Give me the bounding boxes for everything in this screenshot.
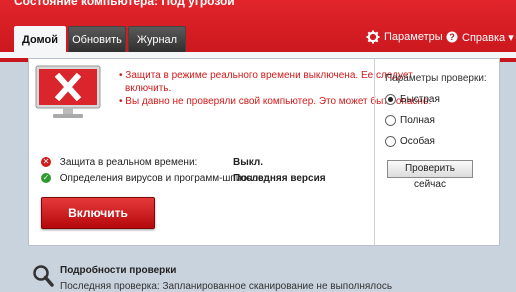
window-title: Состояние компьютера: Под угрозой [14, 0, 235, 8]
help-label: Справка ▾ [462, 32, 514, 44]
panel-divider [374, 59, 375, 245]
error-icon: ✕ [41, 157, 51, 168]
status-value: Последняя версия [233, 173, 326, 184]
status-row-definitions: ✓ Определения вирусов и программ-шпионов… [41, 171, 326, 187]
radio-custom[interactable]: Особая [385, 135, 435, 149]
magnifier-icon [33, 265, 54, 287]
status-row-realtime: ✕ Защита в реальном времени: Выкл. [41, 155, 263, 171]
radio-button[interactable] [385, 114, 396, 126]
status-value: Выкл. [233, 157, 264, 168]
gear-icon [366, 30, 380, 44]
help-icon: ? [446, 31, 458, 43]
main-panel: • Защита в режиме реального времени выкл… [28, 58, 500, 246]
svg-text:?: ? [449, 32, 455, 42]
enable-button[interactable]: Включить [41, 197, 155, 229]
computer-warning-icon [35, 65, 101, 118]
check-icon: ✓ [41, 173, 51, 184]
tab-update[interactable]: Обновить [68, 26, 126, 52]
settings-label: Параметры [384, 31, 443, 43]
scan-now-button[interactable]: Проверить сейчас [387, 160, 473, 190]
radio-button[interactable] [385, 93, 396, 105]
help-link[interactable]: ? Справка ▾ [446, 28, 514, 46]
alert-message-1: • Защита в режиме реального времени выкл… [119, 70, 413, 94]
tab-home[interactable]: Домой [14, 26, 66, 54]
radio-quick[interactable]: Быстрая [385, 93, 440, 107]
tab-history[interactable]: Журнал [128, 26, 186, 52]
scan-options-title: Параметры проверки: [385, 73, 487, 84]
radio-button[interactable] [385, 135, 396, 147]
status-label: Защита в реальном времени: [59, 157, 198, 168]
radio-full[interactable]: Полная [385, 114, 435, 128]
details-title: Подробности проверки [60, 265, 177, 276]
last-scan-text: Последняя проверка: Запланированное скан… [60, 281, 393, 292]
